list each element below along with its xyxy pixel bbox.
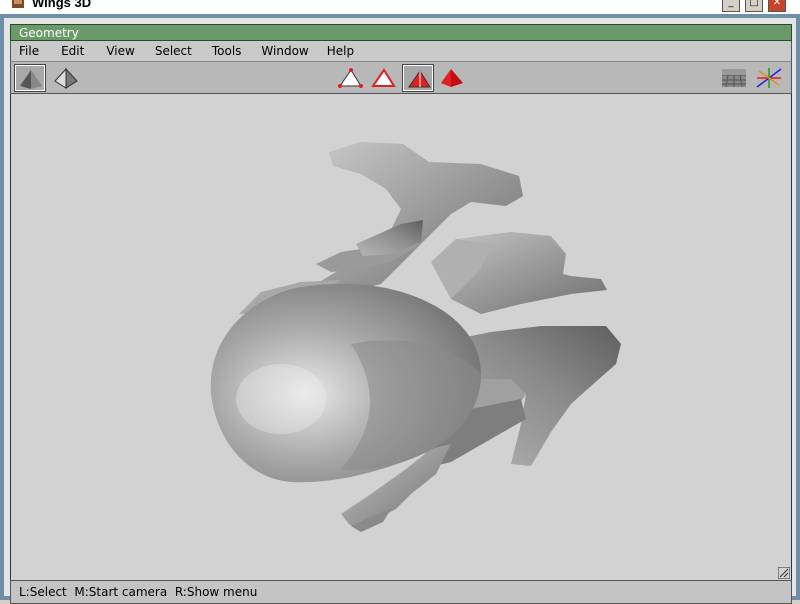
- body-select-button[interactable]: [437, 65, 467, 91]
- face-select-icon: [408, 70, 431, 88]
- maximize-button[interactable]: □: [745, 0, 763, 12]
- geometry-title: Geometry: [19, 26, 79, 40]
- menu-window[interactable]: Window: [241, 41, 308, 61]
- face-select-button[interactable]: [402, 64, 434, 92]
- os-window-title: Wings 3D: [32, 0, 92, 10]
- body-select-icon: [441, 69, 463, 87]
- groundplane-grid-icon: [722, 69, 746, 88]
- edge-select-button[interactable]: [368, 65, 398, 91]
- geometry-title-bar[interactable]: Geometry: [10, 24, 792, 41]
- smooth-shaded-pyramid-icon: [20, 70, 42, 89]
- resize-grip-icon[interactable]: [778, 567, 790, 579]
- menu-select[interactable]: Select: [135, 41, 192, 61]
- smooth-shaded-button[interactable]: [14, 64, 46, 92]
- wireframe-pyramid-icon: [54, 67, 78, 89]
- groundplane-button[interactable]: [719, 65, 749, 91]
- menu-edit[interactable]: Edit: [39, 41, 84, 61]
- menu-file[interactable]: File: [11, 41, 39, 61]
- close-icon: ✕: [772, 0, 782, 8]
- wings3d-window: Wings 3D _ □ ✕ Geometry File Edit View S…: [0, 0, 800, 604]
- wings-app-icon: [12, 0, 24, 8]
- axes-icon: [756, 68, 782, 88]
- axes-button[interactable]: [753, 65, 783, 91]
- menu-help[interactable]: Help: [309, 41, 354, 61]
- menu-view[interactable]: View: [84, 41, 134, 61]
- minimize-icon: _: [728, 0, 734, 8]
- vertex-select-button[interactable]: [335, 65, 365, 91]
- window-client: Geometry File Edit View Select Tools Win…: [4, 18, 796, 604]
- toolbar: [10, 61, 792, 94]
- status-bar: L:Select M:Start camera R:Show menu: [10, 580, 792, 604]
- window-frame: Geometry File Edit View Select Tools Win…: [0, 14, 800, 604]
- vertex-select-icon: [338, 68, 363, 88]
- minimize-button[interactable]: _: [722, 0, 740, 12]
- maximize-icon: □: [749, 0, 759, 8]
- close-button[interactable]: ✕: [768, 0, 786, 12]
- 3d-viewport[interactable]: [10, 94, 792, 580]
- wireframe-button[interactable]: [51, 65, 81, 91]
- menu-tools[interactable]: Tools: [192, 41, 242, 61]
- octopus-model[interactable]: [11, 94, 792, 580]
- os-titlebar[interactable]: Wings 3D _ □ ✕: [0, 0, 800, 14]
- edge-select-icon: [371, 68, 396, 87]
- menu-bar: File Edit View Select Tools Window Help: [10, 41, 792, 61]
